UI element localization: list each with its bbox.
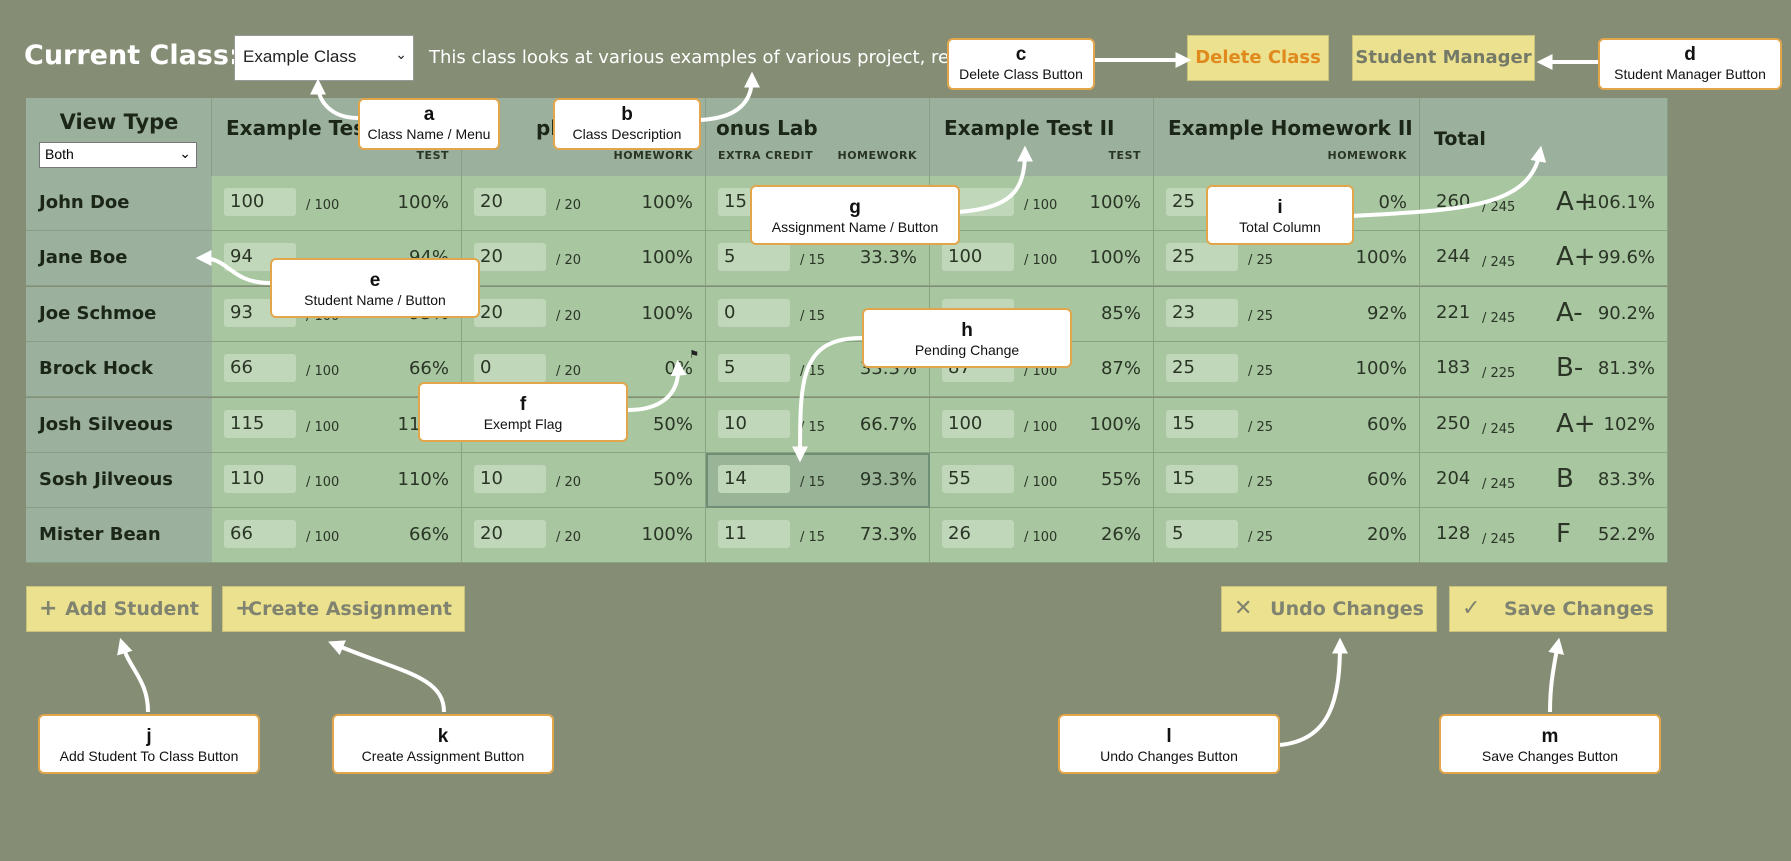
callout-i: i Total Column [1206,185,1354,245]
callout-b: b Class Description [553,98,701,150]
callout-j: j Add Student To Class Button [38,714,260,774]
callout-a: a Class Name / Menu [358,98,500,150]
callout-c: c Delete Class Button [947,38,1095,90]
callout-l: l Undo Changes Button [1058,714,1280,774]
arrow-b [699,71,760,122]
arrow-l [1279,637,1348,747]
callout-e: e Student Name / Button [270,258,480,318]
arrow-j [117,637,150,713]
arrow-k [328,640,446,713]
arrow-g [957,145,1033,214]
arrow-e [195,250,271,285]
arrow-m [1548,637,1565,713]
callout-k: k Create Assignment Button [332,714,554,774]
callout-g: g Assignment Name / Button [750,185,960,245]
callout-f: f Exempt Flag [418,382,628,442]
arrow-h [792,336,863,463]
arrow-a [310,78,359,120]
callout-d: d Student Manager Button [1598,38,1782,90]
callout-h: h Pending Change [862,308,1072,368]
arrow-i [1351,145,1547,218]
callout-m: m Save Changes Button [1439,714,1661,774]
arrow-f [627,359,687,412]
